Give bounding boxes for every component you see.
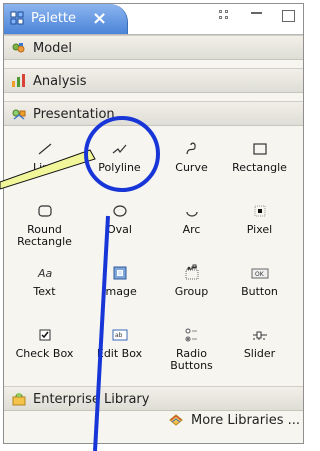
item-label-radio-buttons: Radio Buttons <box>170 347 213 372</box>
section-analysis[interactable]: Analysis <box>4 68 303 93</box>
rectangle-icon <box>252 143 267 155</box>
section-label-enterprise-library: Enterprise Library <box>33 392 150 407</box>
item-round-rectangle[interactable]: Round Rectangle <box>11 194 78 250</box>
close-icon[interactable]: × <box>92 8 107 29</box>
item-label-rectangle: Rectangle <box>232 161 287 174</box>
view-menu-icon[interactable] <box>218 9 232 23</box>
item-label-polyline: Polyline <box>98 161 141 174</box>
radio-buttons-icon <box>185 328 197 342</box>
section-enterprise-library[interactable]: Enterprise Library <box>4 386 303 411</box>
presentation-icon <box>12 109 26 120</box>
item-polyline[interactable]: Polyline <box>86 132 153 188</box>
analysis-icon <box>12 74 25 87</box>
polyline-icon <box>112 144 126 154</box>
item-label-button: Button <box>241 285 278 298</box>
minimize-icon[interactable] <box>250 9 264 23</box>
tab-title: Palette <box>31 11 77 26</box>
svg-text:Aa: Aa <box>37 267 53 280</box>
oval-icon <box>112 205 127 217</box>
palette-titlebar: Palette × <box>4 4 303 35</box>
presentation-items: Line Polyline Curve Rectangle Round Rect <box>4 132 303 386</box>
palette-icon <box>10 11 24 25</box>
item-arc[interactable]: Arc <box>158 194 225 250</box>
item-label-arc: Arc <box>182 223 201 236</box>
item-label-slider: Slider <box>243 347 276 360</box>
item-label-edit-box: Edit Box <box>96 347 143 360</box>
item-pixel[interactable]: Pixel <box>226 194 293 250</box>
model-icon <box>12 43 25 53</box>
section-label-presentation: Presentation <box>33 107 115 122</box>
item-slider[interactable]: Slider <box>226 318 293 374</box>
item-label-group: Group <box>174 285 209 298</box>
palette-tab[interactable]: Palette × <box>4 4 128 34</box>
more-libraries-icon <box>169 414 183 426</box>
section-label-model: Model <box>33 41 73 56</box>
group-icon <box>185 264 198 280</box>
item-label-check-box: Check Box <box>15 347 74 360</box>
curve-icon <box>185 142 196 155</box>
item-curve[interactable]: Curve <box>158 132 225 188</box>
button-icon: OK <box>251 268 268 279</box>
item-group[interactable]: Group <box>158 256 225 312</box>
item-check-box[interactable]: Check Box <box>11 318 78 374</box>
section-label-analysis: Analysis <box>33 74 87 89</box>
more-libraries-label: More Libraries ... <box>191 413 301 428</box>
section-model[interactable]: Model <box>4 35 303 60</box>
item-text[interactable]: Aa Text <box>11 256 78 312</box>
maximize-icon[interactable] <box>282 10 295 22</box>
edit-box-icon: ab <box>112 329 127 341</box>
svg-text:ab: ab <box>115 332 123 339</box>
item-label-oval: Oval <box>107 223 132 236</box>
image-icon <box>113 266 126 280</box>
item-label-line: Line <box>33 161 56 174</box>
enterprise-library-icon <box>12 393 26 406</box>
slider-icon <box>252 331 267 340</box>
item-label-curve: Curve <box>175 161 208 174</box>
palette-panel: Palette × Model Analysis Presentation Li… <box>3 3 304 444</box>
item-label-image: Image <box>102 285 137 298</box>
more-libraries-link[interactable]: More Libraries ... <box>168 409 301 433</box>
pixel-icon <box>254 205 265 217</box>
text-icon: Aa <box>37 267 53 280</box>
item-label-pixel: Pixel <box>246 223 273 236</box>
line-icon <box>38 143 51 155</box>
view-controls <box>218 9 295 23</box>
round-rectangle-icon <box>37 205 52 217</box>
item-label-round-rectangle: Round Rectangle <box>17 223 72 248</box>
section-presentation[interactable]: Presentation <box>4 101 303 126</box>
item-edit-box[interactable]: ab Edit Box <box>86 318 153 374</box>
item-image[interactable]: Image <box>86 256 153 312</box>
svg-text:OK: OK <box>255 271 265 278</box>
check-box-icon <box>39 329 50 341</box>
item-oval[interactable]: Oval <box>86 194 153 250</box>
item-rectangle[interactable]: Rectangle <box>226 132 293 188</box>
item-button[interactable]: OK Button <box>226 256 293 312</box>
item-radio-buttons[interactable]: Radio Buttons <box>158 318 225 374</box>
item-label-text: Text <box>33 285 56 298</box>
item-line[interactable]: Line <box>11 132 78 188</box>
arc-icon <box>185 211 198 217</box>
